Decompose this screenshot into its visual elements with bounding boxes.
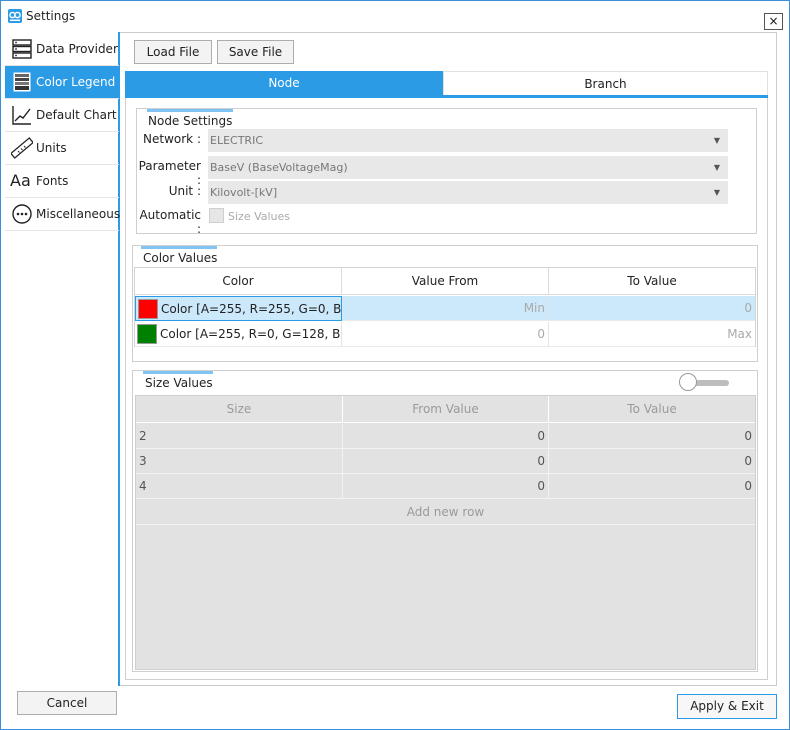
sidebar-item-label: Color Legend bbox=[36, 75, 116, 89]
settings-sidebar: Data Provider Color Legend Default Chart bbox=[4, 32, 120, 686]
size-values-checkbox-label: Size Values bbox=[228, 210, 291, 223]
table-row-to-value[interactable]: Max bbox=[549, 322, 755, 347]
sidebar-item-fonts[interactable]: Aa Fonts bbox=[5, 165, 119, 198]
unit-dropdown[interactable]: Kilovolt-[kV] ▼ bbox=[208, 181, 728, 204]
tab-node[interactable]: Node bbox=[125, 71, 443, 95]
table-row-color-cell[interactable]: Color [A=255, R=255, G=0, B=0] bbox=[135, 296, 342, 321]
size-values-title: Size Values bbox=[145, 376, 213, 390]
color-label: Color [A=255, R=0, G=128, B=0] bbox=[160, 327, 341, 341]
load-file-button[interactable]: Load File bbox=[134, 40, 212, 64]
sidebar-item-color-legend[interactable]: Color Legend bbox=[5, 66, 119, 99]
network-dropdown[interactable]: ELECTRIC ▼ bbox=[208, 129, 728, 152]
table-row-from-value: 0 bbox=[343, 424, 549, 449]
table-row-to-value: 0 bbox=[549, 449, 755, 474]
size-values-grid: Size From Value To Value 2 0 0 3 0 0 4 0… bbox=[135, 395, 756, 670]
column-header-value-from[interactable]: Value From bbox=[342, 268, 549, 295]
size-values-toggle[interactable] bbox=[678, 372, 732, 392]
ruler-icon bbox=[11, 137, 33, 159]
color-label: Color [A=255, R=255, G=0, B=0] bbox=[161, 302, 342, 316]
chart-icon bbox=[12, 106, 31, 125]
color-values-grid: Color Value From To Value Color [A=255, … bbox=[134, 267, 756, 347]
unit-value: Kilovolt-[kV] bbox=[210, 186, 278, 199]
sidebar-item-label: Data Provider bbox=[36, 42, 118, 56]
title-bar: Settings × bbox=[1, 1, 789, 33]
close-button[interactable]: × bbox=[764, 13, 783, 30]
size-values-checkbox[interactable] bbox=[209, 208, 224, 223]
table-row-from-value: 0 bbox=[343, 474, 549, 499]
parameter-value: BaseV (BaseVoltageMag) bbox=[210, 161, 348, 174]
save-file-button[interactable]: Save File bbox=[217, 40, 294, 64]
tab-strip: Node Branch bbox=[125, 71, 768, 98]
table-row-size: 4 bbox=[136, 474, 343, 499]
color-values-title: Color Values bbox=[143, 251, 218, 265]
sidebar-item-default-chart[interactable]: Default Chart bbox=[5, 99, 119, 132]
sidebar-item-label: Default Chart bbox=[36, 108, 117, 122]
chevron-down-icon: ▼ bbox=[713, 188, 720, 197]
table-row-size: 2 bbox=[136, 424, 343, 449]
table-row-value-from[interactable]: 0 bbox=[342, 322, 549, 347]
add-new-row: Add new row bbox=[136, 500, 755, 525]
table-row-value-from[interactable]: Min bbox=[342, 296, 549, 321]
network-label: Network : bbox=[143, 132, 201, 146]
unit-label: Unit : bbox=[168, 184, 201, 198]
sidebar-item-label: Units bbox=[36, 141, 67, 155]
node-settings-title: Node Settings bbox=[148, 114, 233, 128]
more-icon bbox=[12, 204, 32, 224]
sidebar-item-label: Fonts bbox=[36, 174, 69, 188]
network-value: ELECTRIC bbox=[210, 134, 263, 147]
table-row-to-value: 0 bbox=[549, 424, 755, 449]
group-header-marker bbox=[147, 109, 233, 112]
group-header-marker bbox=[143, 371, 213, 374]
tab-branch[interactable]: Branch bbox=[443, 71, 768, 95]
color-legend-icon bbox=[13, 72, 31, 92]
sidebar-item-label: Miscellaneous bbox=[36, 207, 121, 221]
chevron-down-icon: ▼ bbox=[713, 163, 720, 172]
parameter-label: Parameter : bbox=[138, 159, 201, 187]
app-logo-icon bbox=[8, 9, 22, 23]
table-row-from-value: 0 bbox=[343, 449, 549, 474]
toggle-track bbox=[693, 380, 729, 386]
group-header-marker bbox=[141, 246, 217, 249]
window-title: Settings bbox=[26, 9, 76, 23]
table-row-color-cell[interactable]: Color [A=255, R=0, G=128, B=0] bbox=[135, 322, 342, 347]
color-swatch bbox=[137, 324, 157, 344]
sidebar-item-miscellaneous[interactable]: Miscellaneous bbox=[5, 198, 121, 231]
chevron-down-icon: ▼ bbox=[713, 136, 720, 145]
column-header-color[interactable]: Color bbox=[135, 268, 342, 295]
data-provider-icon bbox=[12, 39, 32, 59]
close-icon: × bbox=[768, 14, 779, 28]
automatic-label: Automatic : bbox=[139, 208, 201, 236]
fonts-icon: Aa bbox=[10, 171, 31, 190]
column-header-size: Size bbox=[136, 396, 343, 423]
settings-window: Settings × Data Provider Color Legend De… bbox=[0, 0, 790, 730]
column-header-to-value[interactable]: To Value bbox=[549, 268, 755, 295]
toggle-knob bbox=[679, 373, 697, 391]
cancel-button[interactable]: Cancel bbox=[17, 691, 117, 715]
table-row-size: 3 bbox=[136, 449, 343, 474]
parameter-dropdown[interactable]: BaseV (BaseVoltageMag) ▼ bbox=[208, 156, 728, 179]
apply-exit-button[interactable]: Apply & Exit bbox=[677, 694, 777, 719]
column-header-to-value: To Value bbox=[549, 396, 755, 423]
sidebar-item-units[interactable]: Units bbox=[5, 132, 119, 165]
table-row-to-value[interactable]: 0 bbox=[549, 296, 755, 321]
sidebar-item-data-provider[interactable]: Data Provider bbox=[5, 33, 119, 66]
color-swatch bbox=[138, 299, 158, 319]
table-row-to-value: 0 bbox=[549, 474, 755, 499]
column-header-from-value: From Value bbox=[343, 396, 549, 423]
